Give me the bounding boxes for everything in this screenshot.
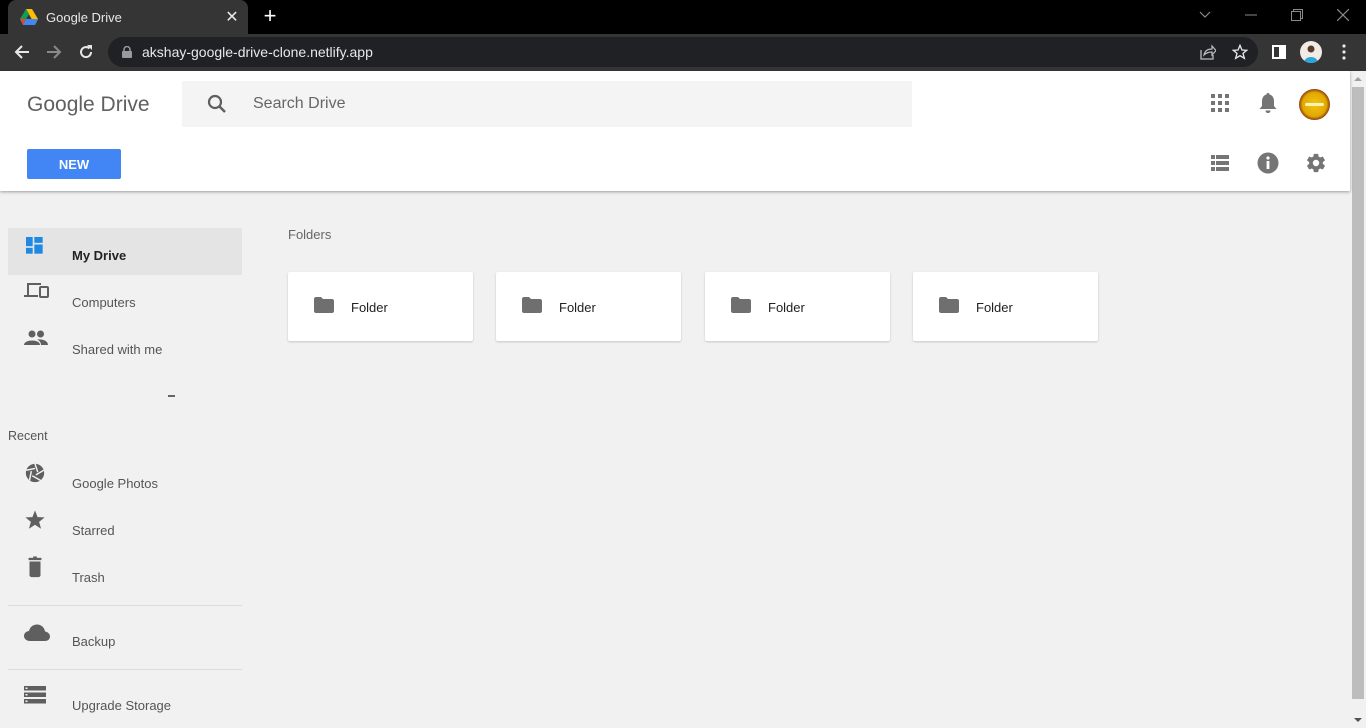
app-header: Google Drive NEW bbox=[0, 71, 1350, 191]
sidebar-item-label: Computers bbox=[72, 295, 136, 310]
search-bar[interactable] bbox=[182, 81, 912, 127]
cloud-icon bbox=[24, 624, 50, 641]
sidebar-item-upgrade-storage[interactable]: Upgrade Storage bbox=[8, 678, 242, 725]
back-arrow-icon[interactable] bbox=[8, 38, 36, 66]
tab-close-icon[interactable]: ✕ bbox=[220, 7, 244, 27]
notifications-bell-icon[interactable] bbox=[1254, 89, 1282, 117]
window-close-icon[interactable] bbox=[1320, 0, 1366, 30]
sidebar-item-label: Shared with me bbox=[72, 342, 163, 357]
search-input[interactable] bbox=[253, 95, 853, 113]
trash-icon bbox=[28, 556, 42, 578]
new-tab-button[interactable]: + bbox=[258, 4, 282, 28]
scroll-up-arrow-icon[interactable] bbox=[1354, 77, 1362, 81]
folder-card[interactable]: Folder bbox=[496, 272, 681, 341]
reload-icon[interactable] bbox=[72, 38, 100, 66]
sidebar-item-label: Upgrade Storage bbox=[72, 698, 172, 713]
scrollbar-thumb[interactable] bbox=[1352, 87, 1364, 699]
folder-card[interactable]: Folder bbox=[288, 272, 473, 341]
account-avatar[interactable] bbox=[1299, 89, 1330, 120]
browser-toolbar: akshay-google-drive-clone.netlify.app bbox=[0, 34, 1366, 71]
new-button[interactable]: NEW bbox=[27, 149, 121, 179]
folder-card[interactable]: Folder bbox=[705, 272, 890, 341]
tab-search-chevron-icon[interactable] bbox=[1182, 0, 1228, 30]
folder-icon bbox=[522, 297, 542, 313]
sidebar-divider bbox=[8, 605, 242, 606]
info-icon[interactable] bbox=[1254, 149, 1282, 177]
sidebar-item-computers[interactable]: Computers bbox=[8, 275, 242, 322]
sidebar-item-starred[interactable]: Starred bbox=[8, 503, 242, 550]
address-bar[interactable]: akshay-google-drive-clone.netlify.app bbox=[108, 37, 1258, 67]
sidebar-item-label: Google Photos bbox=[72, 476, 159, 491]
sidebar-item-label: Backup bbox=[72, 634, 116, 649]
share-icon[interactable] bbox=[1196, 40, 1220, 64]
sidebar: My Drive Computers Shared with me Recent bbox=[0, 191, 250, 728]
side-panel-icon[interactable] bbox=[1267, 40, 1291, 64]
folder-name: Folder bbox=[559, 300, 596, 315]
folder-card[interactable]: Folder bbox=[913, 272, 1098, 341]
profile-avatar[interactable] bbox=[1300, 41, 1322, 63]
settings-gear-icon[interactable] bbox=[1302, 149, 1330, 177]
apps-grid-icon[interactable] bbox=[1206, 89, 1234, 117]
folder-name: Folder bbox=[976, 300, 1013, 315]
sidebar-item-label: Trash bbox=[72, 570, 105, 585]
restore-icon[interactable] bbox=[1274, 0, 1320, 30]
storage-icon bbox=[24, 686, 46, 704]
scroll-down-arrow-icon[interactable] bbox=[1354, 718, 1362, 722]
folders-section-title: Folders bbox=[288, 227, 332, 242]
sidebar-item-label: Starred bbox=[72, 523, 115, 538]
google-drive-favicon-icon bbox=[20, 9, 38, 25]
search-icon[interactable] bbox=[207, 94, 227, 114]
computers-icon bbox=[24, 283, 49, 298]
minimize-icon[interactable] bbox=[1228, 0, 1274, 30]
forward-arrow-icon[interactable] bbox=[40, 38, 68, 66]
url-text: akshay-google-drive-clone.netlify.app bbox=[142, 44, 373, 60]
drive-page: Google Drive NEW bbox=[0, 71, 1350, 728]
app-logo[interactable]: Google Drive bbox=[27, 93, 150, 117]
bookmark-star-icon[interactable] bbox=[1228, 40, 1252, 64]
my-drive-icon bbox=[26, 237, 43, 254]
sidebar-item-my-drive[interactable]: My Drive bbox=[8, 228, 242, 275]
sidebar-item-google-photos[interactable]: Google Photos bbox=[8, 456, 242, 503]
lock-icon bbox=[122, 46, 132, 58]
sidebar-divider bbox=[8, 669, 242, 670]
page-scrollbar[interactable] bbox=[1350, 71, 1366, 728]
sidebar-item-trash[interactable]: Trash bbox=[8, 550, 242, 597]
people-icon bbox=[24, 330, 48, 345]
star-icon bbox=[25, 510, 45, 529]
collapse-toggle[interactable] bbox=[168, 395, 175, 397]
sidebar-item-label: My Drive bbox=[72, 248, 127, 263]
folder-name: Folder bbox=[351, 300, 388, 315]
folder-icon bbox=[939, 297, 959, 313]
folder-name: Folder bbox=[768, 300, 805, 315]
photos-icon bbox=[25, 463, 45, 483]
browser-tab[interactable]: Google Drive ✕ bbox=[8, 0, 248, 34]
browser-tab-strip: Google Drive ✕ + bbox=[0, 0, 1366, 34]
recent-section-label: Recent bbox=[8, 429, 48, 443]
sidebar-item-shared-with-me[interactable]: Shared with me bbox=[8, 322, 242, 369]
list-view-icon[interactable] bbox=[1206, 149, 1234, 177]
folder-icon bbox=[314, 297, 334, 313]
folder-icon bbox=[731, 297, 751, 313]
sidebar-item-backup[interactable]: Backup bbox=[8, 614, 242, 661]
browser-menu-icon[interactable] bbox=[1332, 40, 1356, 64]
tab-title: Google Drive bbox=[46, 9, 122, 25]
